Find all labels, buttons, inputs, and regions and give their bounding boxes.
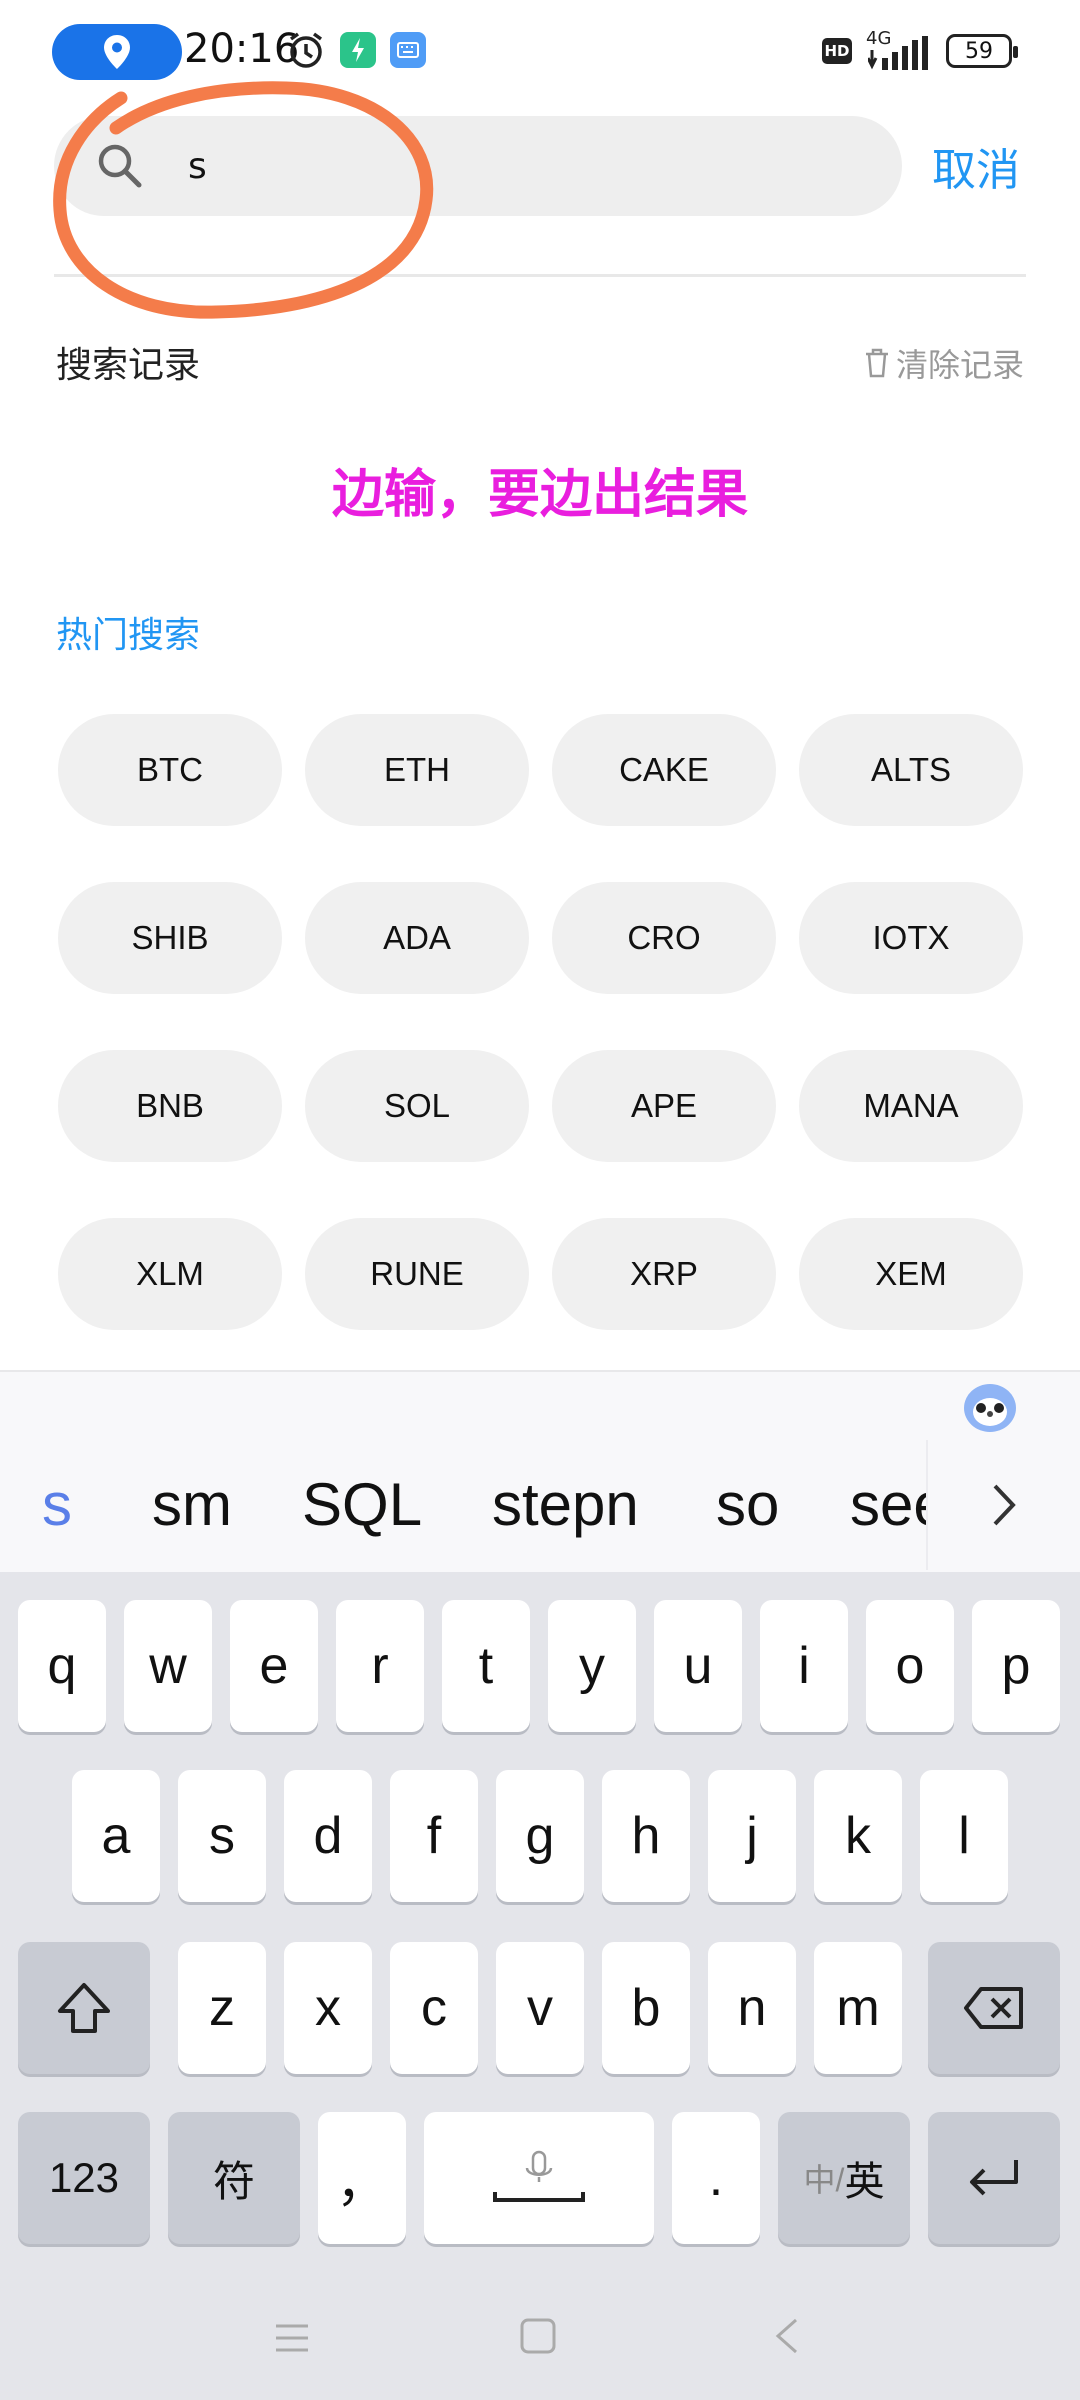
key[interactable]: f: [390, 1770, 478, 1902]
hot-chip[interactable]: MANA: [799, 1050, 1023, 1162]
key[interactable]: w: [124, 1600, 212, 1732]
key[interactable]: j: [708, 1770, 796, 1902]
hot-chip[interactable]: BNB: [58, 1050, 282, 1162]
hot-chip[interactable]: BTC: [58, 714, 282, 826]
search-input[interactable]: [188, 138, 868, 194]
status-bar: 20:16 HD 4G 59: [0, 0, 1080, 100]
key[interactable]: y: [548, 1600, 636, 1732]
hot-search-title: 热门搜索: [56, 615, 201, 656]
assistant-icon[interactable]: [960, 1380, 1020, 1434]
language-label-en: 英: [844, 2160, 885, 2204]
trash-icon: [866, 348, 888, 378]
suggestion-item[interactable]: stepn: [492, 1470, 639, 1539]
navigation-bar: [0, 2280, 1080, 2400]
app-icon: [340, 32, 376, 68]
suggestions-expand-button[interactable]: [926, 1440, 1080, 1570]
shift-key[interactable]: [18, 1942, 150, 2074]
annotation-text: 边输，要边出结果: [331, 465, 748, 525]
back-nav-icon[interactable]: [768, 2316, 808, 2356]
period-key[interactable]: .: [672, 2112, 760, 2244]
key[interactable]: h: [602, 1770, 690, 1902]
home-nav-icon[interactable]: [518, 2316, 558, 2356]
microphone-icon: [493, 2150, 585, 2202]
hot-chip[interactable]: XRP: [552, 1218, 776, 1330]
key[interactable]: l: [920, 1770, 1008, 1902]
key[interactable]: t: [442, 1600, 530, 1732]
key[interactable]: e: [230, 1600, 318, 1732]
location-icon: [104, 35, 130, 69]
key[interactable]: a: [72, 1770, 160, 1902]
hot-chip[interactable]: CAKE: [552, 714, 776, 826]
key[interactable]: o: [866, 1600, 954, 1732]
enter-icon: [970, 2160, 1018, 2196]
numbers-key[interactable]: 123: [18, 2112, 150, 2244]
suggestion-item[interactable]: so: [716, 1470, 779, 1539]
key[interactable]: z: [178, 1942, 266, 2074]
battery-icon: 59: [946, 34, 1018, 68]
key[interactable]: n: [708, 1942, 796, 2074]
signal-icon: [868, 36, 928, 70]
hd-badge: HD: [822, 38, 852, 64]
hot-chip[interactable]: ALTS: [799, 714, 1023, 826]
key[interactable]: b: [602, 1942, 690, 2074]
hot-chip[interactable]: CRO: [552, 882, 776, 994]
hot-chip[interactable]: XEM: [799, 1218, 1023, 1330]
keyboard-icon: [390, 32, 426, 68]
language-switch-key[interactable]: 中/英: [778, 2112, 910, 2244]
hot-chip[interactable]: SHIB: [58, 882, 282, 994]
language-label-cn: 中/: [803, 2162, 845, 2198]
alarm-icon: [289, 32, 323, 68]
location-indicator[interactable]: [52, 24, 182, 80]
space-key[interactable]: [424, 2112, 654, 2244]
hot-chip[interactable]: ETH: [305, 714, 529, 826]
divider: [54, 274, 1026, 277]
key[interactable]: v: [496, 1942, 584, 2074]
search-icon: [98, 144, 142, 188]
key[interactable]: s: [178, 1770, 266, 1902]
key[interactable]: x: [284, 1942, 372, 2074]
history-title: 搜索记录: [56, 345, 201, 386]
key[interactable]: r: [336, 1600, 424, 1732]
key[interactable]: u: [654, 1600, 742, 1732]
key[interactable]: k: [814, 1770, 902, 1902]
hot-chip[interactable]: SOL: [305, 1050, 529, 1162]
hot-chip[interactable]: APE: [552, 1050, 776, 1162]
menu-nav-icon[interactable]: [272, 2318, 312, 2358]
clear-history-button[interactable]: 清除记录: [862, 340, 1024, 386]
hot-chip[interactable]: IOTX: [799, 882, 1023, 994]
shift-icon: [58, 1983, 110, 2033]
key[interactable]: p: [972, 1600, 1060, 1732]
suggestion-item[interactable]: SQL: [302, 1470, 422, 1539]
key[interactable]: c: [390, 1942, 478, 2074]
backspace-icon: [964, 1987, 1023, 2029]
enter-key[interactable]: [928, 2112, 1060, 2244]
backspace-key[interactable]: [928, 1942, 1060, 2074]
symbols-key[interactable]: 符: [168, 2112, 300, 2244]
chevron-right-icon: [993, 1484, 1016, 1526]
key[interactable]: m: [814, 1942, 902, 2074]
comma-key[interactable]: ，: [318, 2112, 406, 2244]
key[interactable]: i: [760, 1600, 848, 1732]
search-bar[interactable]: [54, 116, 902, 216]
battery-level: 59: [965, 38, 993, 64]
hot-chip[interactable]: XLM: [58, 1218, 282, 1330]
suggestion-bar: s sm SQL stepn so see: [0, 1470, 1080, 1560]
suggestion-item[interactable]: s: [42, 1470, 72, 1539]
key[interactable]: d: [284, 1770, 372, 1902]
suggestion-item[interactable]: sm: [152, 1470, 232, 1539]
status-time: 20:16: [184, 26, 300, 72]
keyboard: q w e r t y u i o p a s d f g h j k l z …: [0, 1572, 1080, 2400]
cancel-button[interactable]: 取消: [932, 134, 1020, 198]
clear-history-label: 清除记录: [896, 346, 1025, 384]
key[interactable]: q: [18, 1600, 106, 1732]
key[interactable]: g: [496, 1770, 584, 1902]
hot-chip[interactable]: RUNE: [305, 1218, 529, 1330]
hot-search-list: BTC ETH CAKE ALTS SHIB ADA CRO IOTX BNB …: [58, 714, 1024, 1330]
hot-chip[interactable]: ADA: [305, 882, 529, 994]
